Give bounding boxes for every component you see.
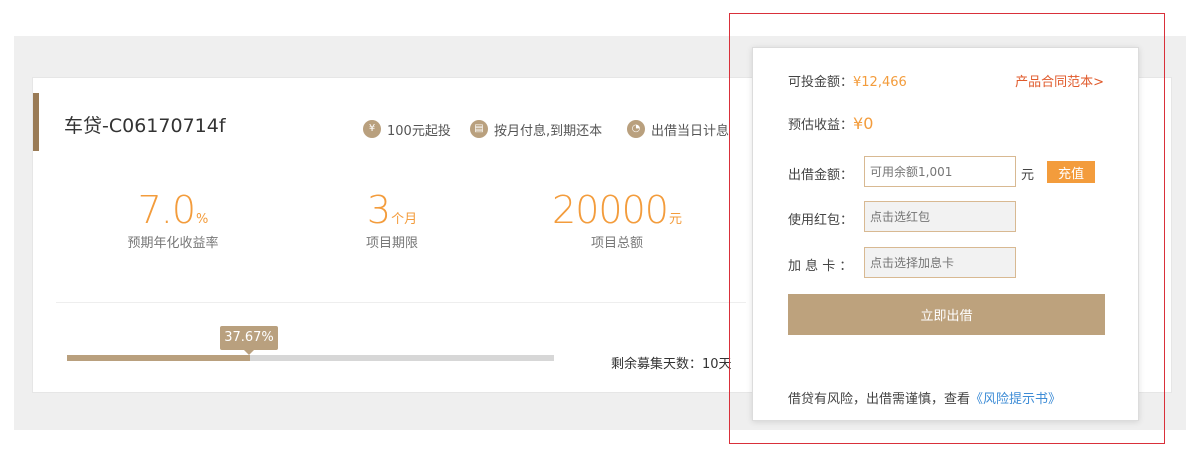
expected-income: 预估收益：¥0: [788, 114, 873, 133]
risk-text: 借贷有风险，出借需谨慎，查看: [788, 392, 971, 407]
contract-sample-link[interactable]: 产品合同范本>: [1015, 71, 1104, 90]
available-value: ¥12,466: [853, 75, 907, 90]
tag-interest-start: ◔ 出借当日计息: [627, 119, 729, 139]
stat-value: 7.0: [137, 188, 196, 232]
stat-term: 3个月 项目期限: [292, 190, 492, 251]
remaining-days: 剩余募集天数：10天: [611, 357, 732, 372]
expected-label: 预估收益：: [788, 118, 854, 133]
tag-label: 100元起投: [387, 123, 451, 139]
calendar-icon: ▤: [470, 120, 488, 138]
available-amount: 可投金额：¥12,466: [788, 71, 907, 90]
stat-value: 20000: [552, 188, 669, 232]
divider: [56, 302, 746, 303]
stat-total: 20000元 项目总额: [517, 190, 717, 251]
available-label: 可投金额：: [788, 75, 854, 90]
stat-value: 3: [366, 188, 391, 232]
progress-bar: [67, 355, 554, 361]
tag-label: 按月付息,到期还本: [494, 123, 603, 139]
stat-unit: %: [196, 212, 209, 227]
bonus-card-select[interactable]: [864, 247, 1016, 278]
amount-label: 出借金额：: [788, 168, 854, 183]
stat-label: 预期年化收益率: [127, 236, 219, 251]
risk-notice: 借贷有风险，出借需谨慎，查看《风险提示书》: [788, 388, 1061, 407]
title-accent-bar: [33, 93, 39, 151]
risk-disclosure-link[interactable]: 《风险提示书》: [970, 392, 1061, 407]
redpacket-label: 使用红包：: [788, 213, 854, 228]
progress-badge: 37.67%: [220, 326, 278, 355]
product-title: 车贷-C06170714f: [64, 115, 226, 137]
redpacket-select[interactable]: [864, 201, 1016, 232]
invest-now-button[interactable]: 立即出借: [788, 294, 1105, 335]
amount-unit: 元: [1021, 168, 1035, 183]
stat-unit: 元: [668, 212, 682, 227]
stat-label: 项目期限: [365, 236, 418, 251]
progress-fill: [67, 355, 251, 361]
amount-input[interactable]: [864, 156, 1016, 187]
stat-unit: 个月: [391, 212, 418, 227]
bonus-card-label: 加 息 卡 ：: [788, 259, 853, 274]
expected-value: ¥0: [853, 114, 874, 133]
tag-repayment: ▤ 按月付息,到期还本: [470, 119, 602, 139]
tag-min-invest: ¥ 100元起投: [363, 119, 451, 139]
stat-annual-rate: 7.0% 预期年化收益率: [73, 190, 273, 251]
tag-label: 出借当日计息: [651, 123, 730, 139]
yuan-icon: ¥: [363, 120, 381, 138]
invest-panel: 可投金额：¥12,466 产品合同范本> 预估收益：¥0 出借金额： 元 充值 …: [752, 47, 1139, 421]
stat-label: 项目总额: [590, 236, 643, 251]
recharge-button[interactable]: 充值: [1047, 161, 1095, 183]
clock-icon: ◔: [627, 120, 645, 138]
